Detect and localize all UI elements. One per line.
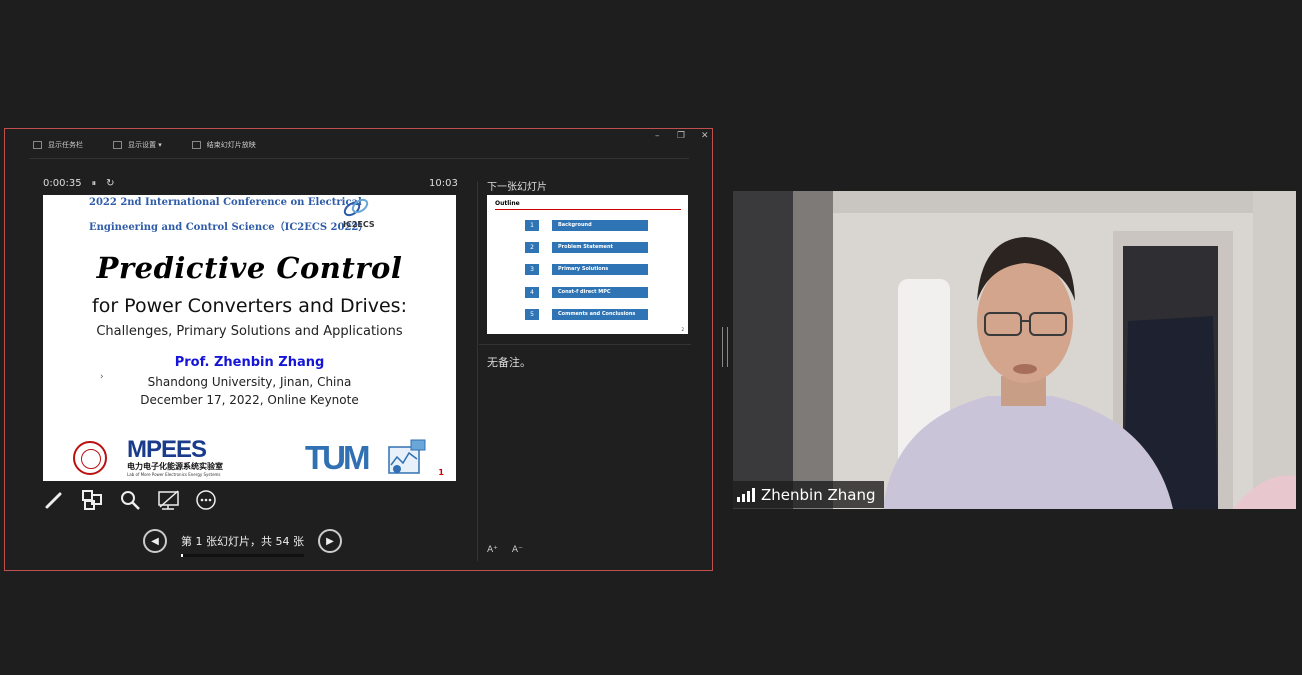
pen-tool-button[interactable] <box>43 489 65 511</box>
black-screen-button[interactable] <box>157 489 179 511</box>
slide-tools <box>43 489 217 511</box>
chevron-right-icon: ▶ <box>326 535 334 547</box>
screen-slash-icon <box>158 490 179 510</box>
reset-timer-icon[interactable]: ↻ <box>106 178 114 189</box>
taskbar-icon <box>33 141 42 149</box>
slide-affiliation: Shandong University, Jinan, China <box>147 375 352 389</box>
end-slideshow-button[interactable]: 结束幻灯片放映 <box>191 140 256 150</box>
slide-page-number: 1 <box>438 468 444 477</box>
end-slideshow-label: 结束幻灯片放映 <box>206 141 256 149</box>
conference-line-1: 2022 2nd International Conference on Ele… <box>89 197 362 208</box>
mpees-logo: MPEES 电力电子化能源系统实验室 Lab of More Power Ele… <box>127 436 227 478</box>
display-settings-label: 显示设置 ▾ <box>128 141 162 149</box>
lab-logo-icon <box>388 439 426 474</box>
minimize-button[interactable]: – <box>655 131 660 141</box>
outline-item: Problem Statement <box>552 242 648 253</box>
outline-number: 5 <box>525 309 539 320</box>
slide-counter[interactable]: 第 1 张幻灯片，共 54 张 <box>181 533 304 557</box>
mpees-logo-text: MPEES <box>127 436 207 463</box>
slide-progress-bar <box>181 554 304 557</box>
conference-logo-icon <box>343 198 369 217</box>
outline-title: Outline <box>495 200 520 207</box>
slide-date-venue: December 17, 2022, Online Keynote <box>140 393 359 407</box>
more-icon <box>196 490 216 510</box>
presenter-toolbar: 显示任务栏 显示设置 ▾ 结束幻灯片放映 <box>33 140 256 150</box>
conference-logo-text: IC2ECS <box>343 220 375 229</box>
participant-name-tag: Zhenbin Zhang <box>733 481 884 508</box>
participant-video[interactable] <box>733 191 1296 509</box>
speaker-video-feed <box>733 191 1296 509</box>
chevron-left-icon: ◀ <box>151 535 159 547</box>
zoom-button[interactable] <box>119 489 141 511</box>
signal-strength-icon <box>737 487 755 502</box>
university-seal-logo <box>73 441 107 475</box>
mouse-cursor-icon: › <box>100 372 104 382</box>
restore-button[interactable]: ❐ <box>677 131 685 141</box>
mpees-logo-cn: 电力电子化能源系统实验室 <box>127 462 223 471</box>
pen-icon <box>45 492 62 509</box>
participant-name: Zhenbin Zhang <box>761 485 876 504</box>
pane-splitter-handle[interactable] <box>722 327 728 367</box>
slide-navigation: ◀ 第 1 张幻灯片，共 54 张 ▶ <box>143 529 342 557</box>
previous-slide-button[interactable]: ◀ <box>143 529 167 553</box>
outline-item: Background <box>552 220 648 231</box>
next-slide-label: 下一张幻灯片 <box>487 182 547 193</box>
see-all-slides-button[interactable] <box>81 489 103 511</box>
presenter-view-window: – ❐ ✕ 显示任务栏 显示设置 ▾ 结束幻灯片放映 0:00:35 ⏸ ↻ 1… <box>4 128 713 571</box>
outline-number: 2 <box>525 242 539 253</box>
decrease-font-button[interactable]: A⁻ <box>512 545 523 555</box>
more-options-button[interactable] <box>195 489 217 511</box>
next-slide-page-number: 2 <box>681 327 684 332</box>
increase-font-button[interactable]: A⁺ <box>487 545 498 555</box>
slide-subtitle-2: Challenges, Primary Solutions and Applic… <box>96 324 403 339</box>
slide-title: Predictive Control <box>96 251 403 285</box>
outline-item: Primary Solutions <box>552 264 648 275</box>
notes-font-controls: A⁺ A⁻ <box>487 545 523 555</box>
outline-number: 3 <box>525 264 539 275</box>
outline-number: 4 <box>525 287 539 298</box>
outline-number: 1 <box>525 220 539 231</box>
end-slideshow-icon <box>191 141 201 149</box>
elapsed-timer: 0:00:35 ⏸ ↻ <box>43 178 114 189</box>
close-button[interactable]: ✕ <box>701 131 709 141</box>
next-slide-preview[interactable]: Outline 1 Background 2 Problem Statement… <box>487 195 688 334</box>
notes-divider[interactable] <box>479 344 691 345</box>
display-settings-button[interactable]: 显示设置 ▾ <box>113 140 162 150</box>
magnifier-icon <box>121 491 140 510</box>
slide-counter-label: 第 1 张幻灯片，共 54 张 <box>181 535 304 548</box>
panel-divider[interactable] <box>477 181 478 561</box>
pause-icon[interactable]: ⏸ <box>92 179 97 189</box>
conference-line-2: Engineering and Control Science（IC2ECS 2… <box>89 222 369 233</box>
tum-logo: TUM <box>305 439 371 476</box>
current-time: 10:03 <box>429 178 458 189</box>
outline-divider <box>495 209 681 210</box>
outline-item: Comments and Conclusions <box>552 309 648 320</box>
outline-item: Const-f direct MPC <box>552 287 648 298</box>
slide-subtitle: for Power Converters and Drives: <box>92 295 407 317</box>
grid-slides-icon <box>82 490 102 510</box>
slide-author: Prof. Zhenbin Zhang <box>174 355 325 370</box>
show-taskbar-label: 显示任务栏 <box>48 141 83 149</box>
next-slide-button[interactable]: ▶ <box>317 529 342 553</box>
speaker-notes[interactable]: 无备注。 <box>487 354 531 370</box>
current-slide[interactable]: 2022 2nd International Conference on Ele… <box>43 195 456 481</box>
toolbar-divider <box>29 158 689 159</box>
elapsed-time: 0:00:35 <box>43 178 82 189</box>
mpees-logo-en: Lab of More Power Electronics Energy Sys… <box>127 472 221 477</box>
display-settings-icon <box>113 141 122 149</box>
show-taskbar-button[interactable]: 显示任务栏 <box>33 140 83 150</box>
slide-progress-fill <box>181 554 184 557</box>
